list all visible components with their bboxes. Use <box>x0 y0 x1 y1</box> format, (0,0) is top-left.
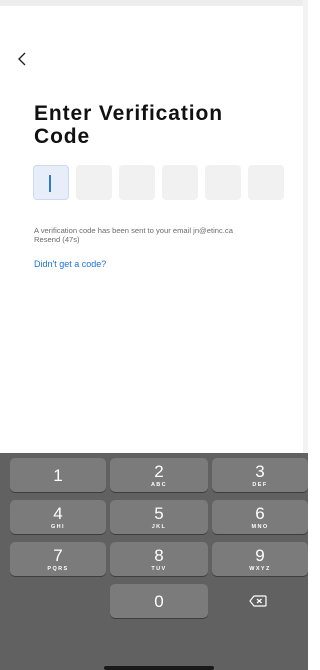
key-2[interactable]: 2 ABC <box>110 458 208 492</box>
chevron-left-icon <box>18 52 26 66</box>
home-indicator[interactable] <box>104 666 214 670</box>
code-digit-6[interactable] <box>248 165 284 200</box>
key-number: 0 <box>154 591 164 611</box>
code-digit-5[interactable] <box>205 165 241 200</box>
code-digit-2[interactable] <box>76 165 112 200</box>
verification-info: A verification code has been sent to you… <box>34 226 296 244</box>
key-number: 2 <box>154 461 164 481</box>
key-number: 6 <box>255 503 265 523</box>
status-bar <box>0 0 308 6</box>
key-number: 3 <box>255 461 265 481</box>
sent-message: A verification code has been sent to you… <box>34 226 233 235</box>
key-7[interactable]: 7 PQRS <box>10 542 106 576</box>
key-4[interactable]: 4 GHI <box>10 500 106 534</box>
key-0[interactable]: 0 <box>110 584 208 618</box>
key-letters: JKL <box>151 523 167 530</box>
key-8[interactable]: 8 TUV <box>110 542 208 576</box>
backspace-icon <box>249 595 267 607</box>
key-number: 9 <box>255 545 265 565</box>
key-number: 4 <box>53 503 63 523</box>
resend-countdown: Resend (47s) <box>34 235 80 244</box>
key-number: 8 <box>154 545 164 565</box>
key-letters: DEF <box>252 481 268 488</box>
key-6[interactable]: 6 MNO <box>212 500 308 534</box>
edge-panel <box>303 0 308 453</box>
back-button[interactable] <box>12 48 32 70</box>
code-digit-1[interactable] <box>33 165 69 200</box>
key-9[interactable]: 9 WXYZ <box>212 542 308 576</box>
key-number: 1 <box>53 465 63 485</box>
page-title: Enter Verification Code <box>34 102 223 148</box>
key-letters: TUV <box>151 565 167 572</box>
text-caret <box>49 175 51 192</box>
key-letters: ABC <box>150 481 168 488</box>
key-letters: WXYZ <box>249 565 271 572</box>
code-input-row <box>33 165 291 200</box>
key-5[interactable]: 5 JKL <box>110 500 208 534</box>
key-letters: PQRS <box>47 565 69 572</box>
key-1[interactable]: 1 <box>10 458 106 492</box>
key-letters: MNO <box>251 523 269 530</box>
delete-key[interactable] <box>228 588 288 614</box>
key-3[interactable]: 3 DEF <box>212 458 308 492</box>
didnt-get-code-link[interactable]: Didn't get a code? <box>34 259 106 269</box>
code-digit-4[interactable] <box>162 165 198 200</box>
key-number: 5 <box>154 503 164 523</box>
key-letters: GHI <box>51 523 65 530</box>
key-number: 7 <box>53 545 63 565</box>
code-digit-3[interactable] <box>119 165 155 200</box>
